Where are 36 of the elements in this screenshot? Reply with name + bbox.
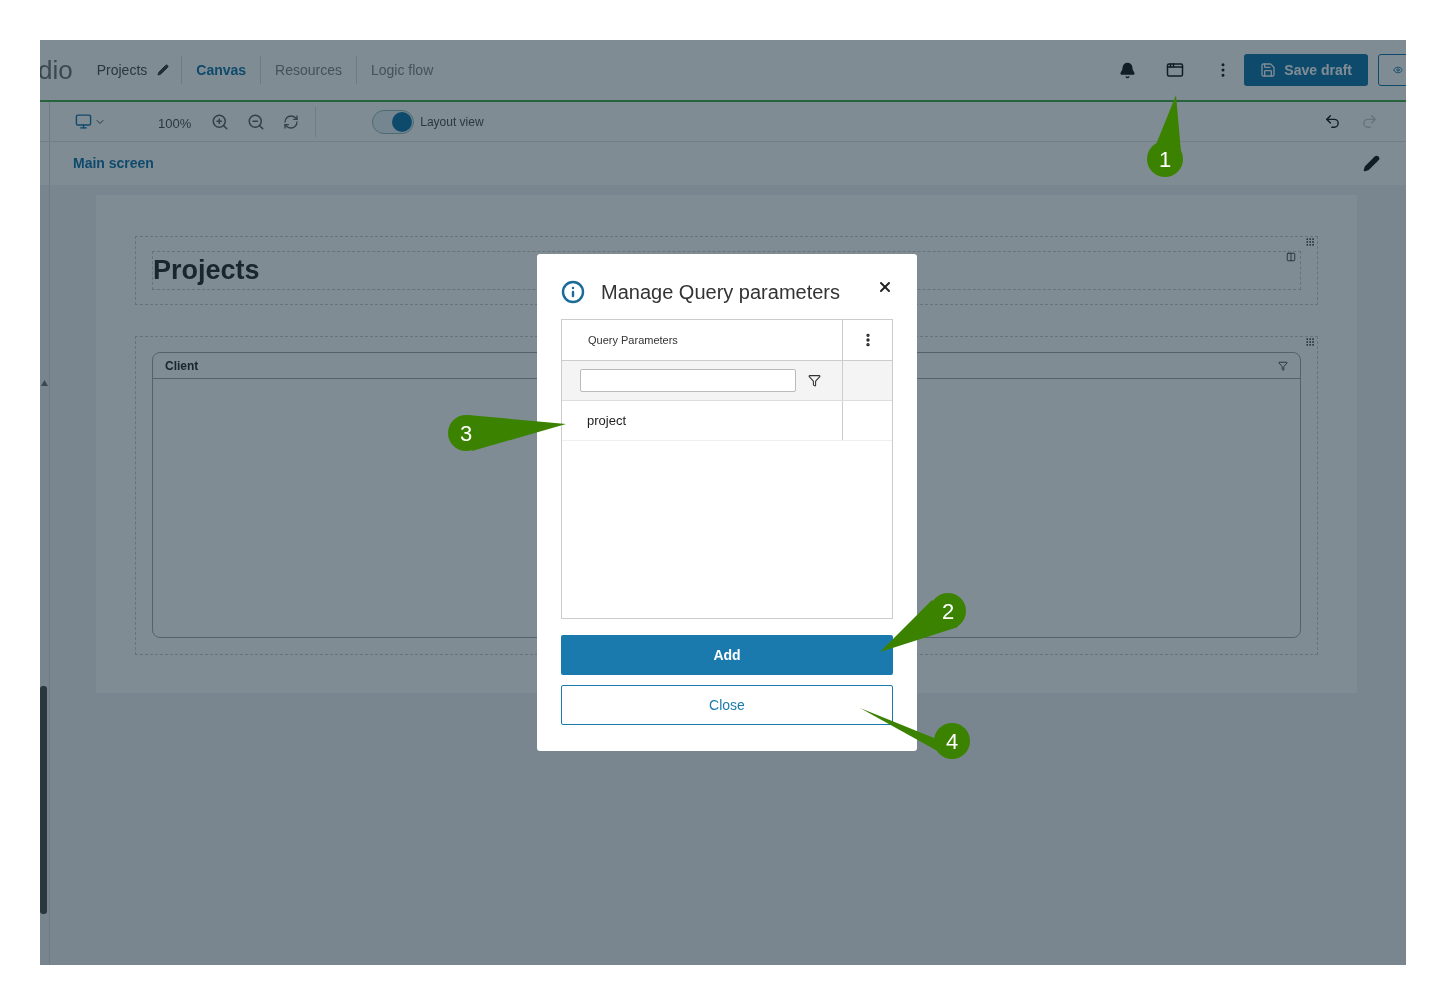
project-name: Projects <box>96 60 148 80</box>
nav-tab[interactable]: Logic flow <box>357 59 448 81</box>
edit-icon[interactable] <box>157 64 170 76</box>
close-icon[interactable] <box>877 279 893 295</box>
page-heading: Projects <box>153 254 260 288</box>
dialog-title: Manage Query parameters <box>601 280 840 305</box>
undo-icon[interactable] <box>1324 113 1341 130</box>
info-icon <box>561 280 585 304</box>
grid-cell-text: project <box>587 411 627 430</box>
drag-handle-icon[interactable] <box>1305 337 1315 347</box>
screen-title: Main screen <box>73 154 154 173</box>
nav-tab[interactable]: Resources <box>261 59 356 81</box>
layout-view-label: Layout view <box>420 113 484 131</box>
save-draft-button[interactable]: Save draft <box>1244 54 1368 86</box>
add-button[interactable]: Add <box>561 635 893 675</box>
zoom-out-icon[interactable] <box>247 112 266 131</box>
close-button[interactable]: Close <box>561 685 893 725</box>
window-icon[interactable] <box>1166 61 1185 79</box>
desktop-icon[interactable] <box>75 113 92 130</box>
columns-icon[interactable] <box>1286 252 1296 262</box>
scrollbar-thumb[interactable] <box>40 686 47 914</box>
preview-button[interactable] <box>1378 54 1406 86</box>
reset-zoom-icon[interactable] <box>283 113 300 130</box>
save-icon <box>1260 62 1277 78</box>
edit-icon[interactable] <box>1363 155 1380 172</box>
filter-input[interactable] <box>580 369 796 392</box>
nav-tab[interactable]: Canvas <box>182 59 261 81</box>
layout-view-toggle[interactable] <box>372 109 415 134</box>
zoom-in-icon[interactable] <box>211 112 230 131</box>
drag-handle-icon[interactable] <box>1305 237 1315 247</box>
grid-column-header: Query Parameters <box>588 332 678 348</box>
notification-bell-icon[interactable] <box>1119 61 1137 79</box>
scroll-up-icon[interactable] <box>41 380 48 386</box>
filter-icon[interactable] <box>808 374 821 387</box>
zoom-level: 100% <box>158 114 192 133</box>
column-header: Client <box>165 357 199 375</box>
